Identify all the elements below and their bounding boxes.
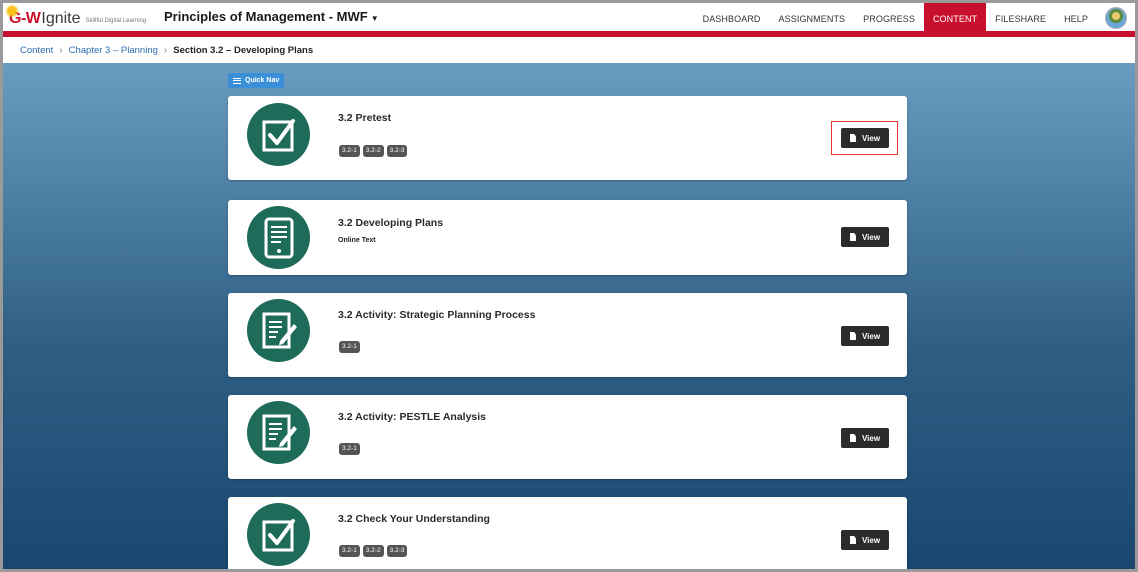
document-icon <box>849 536 856 544</box>
breadcrumb: Content › Chapter 3 – Planning › Section… <box>3 37 1135 63</box>
checkbox-icon <box>247 103 310 166</box>
nav-assignments[interactable]: ASSIGNMENTS <box>770 3 855 34</box>
tag: 3.2-3 <box>386 145 408 157</box>
tag: 3.2-2 <box>362 545 384 557</box>
content-card-check-understanding: 3.2 Check Your Understanding 3.2-1 3.2-2… <box>228 497 907 569</box>
content-card-pretest: 3.2 Pretest 3.2-1 3.2-2 3.2-3 View <box>228 96 907 180</box>
breadcrumb-chapter[interactable]: Chapter 3 – Planning <box>69 45 158 56</box>
nav-progress[interactable]: PROGRESS <box>854 3 924 34</box>
card-title[interactable]: 3.2 Activity: PESTLE Analysis <box>338 411 486 423</box>
course-selector[interactable]: Principles of Management - MWF ▼ <box>164 9 379 24</box>
tag: 3.2-1 <box>339 145 360 157</box>
chevron-right-icon: › <box>59 44 63 56</box>
content-card-strategic-planning: 3.2 Activity: Strategic Planning Process… <box>228 293 907 377</box>
tag: 3.2-1 <box>339 545 360 557</box>
document-icon <box>849 332 856 340</box>
view-button-label: View <box>861 535 881 545</box>
view-button-label: View <box>861 433 881 443</box>
gw-ignite-logo[interactable]: G-W Ignite Skillful Digital Learning <box>5 3 147 31</box>
view-button-label: View <box>861 232 881 242</box>
breadcrumb-current: Section 3.2 – Developing Plans <box>173 44 314 56</box>
breadcrumb-content[interactable]: Content <box>20 45 53 56</box>
tag-list: 3.2-1 <box>339 443 360 455</box>
top-header: G-W Ignite Skillful Digital Learning Pri… <box>3 3 1135 34</box>
content-card-developing-plans: 3.2 Developing Plans Online Text View <box>228 200 907 275</box>
app-frame: G-W Ignite Skillful Digital Learning Pri… <box>0 0 1138 572</box>
view-button[interactable]: View <box>841 530 889 550</box>
tag: 3.2-2 <box>362 145 384 157</box>
view-button[interactable]: View <box>841 227 889 247</box>
document-icon <box>849 233 856 241</box>
card-title[interactable]: 3.2 Pretest <box>338 112 391 124</box>
course-title: Principles of Management - MWF <box>164 9 368 24</box>
nav-fileshare[interactable]: FILESHARE <box>986 3 1055 34</box>
document-icon <box>849 434 856 442</box>
caret-down-icon: ▼ <box>370 14 379 23</box>
card-title[interactable]: 3.2 Developing Plans <box>338 217 443 229</box>
card-title[interactable]: 3.2 Activity: Strategic Planning Process <box>338 309 535 321</box>
tag-list: 3.2-1 3.2-2 3.2-3 <box>339 145 408 157</box>
highlight-box <box>831 121 898 155</box>
checkbox-icon <box>247 503 310 566</box>
tag: 3.2-1 <box>339 341 360 353</box>
nav-content[interactable]: CONTENT <box>923 3 987 34</box>
user-avatar[interactable] <box>1105 7 1127 29</box>
hamburger-icon <box>233 77 241 84</box>
tag-list: 3.2-1 3.2-2 3.2-3 <box>339 545 408 557</box>
tag-list: 3.2-1 <box>339 341 360 353</box>
quick-nav-button[interactable]: Quick Nav <box>228 73 285 88</box>
logo-word: Ignite <box>41 9 81 27</box>
content-card-pestle: 3.2 Activity: PESTLE Analysis 3.2-1 View <box>228 395 907 479</box>
tablet-icon <box>247 206 310 269</box>
view-button[interactable]: View <box>841 326 889 346</box>
document-pen-icon <box>247 299 310 362</box>
document-pen-icon <box>247 401 310 464</box>
quick-nav-label: Quick Nav <box>245 77 280 84</box>
nav-dashboard[interactable]: DASHBOARD <box>694 3 770 34</box>
card-title[interactable]: 3.2 Check Your Understanding <box>338 513 490 525</box>
view-button[interactable]: View <box>841 428 889 448</box>
card-subtitle: Online Text <box>338 237 376 244</box>
view-button-label: View <box>861 331 881 341</box>
tag: 3.2-1 <box>339 443 360 455</box>
main-nav: DASHBOARD ASSIGNMENTS PROGRESS CONTENT F… <box>694 3 1135 34</box>
nav-help[interactable]: HELP <box>1055 3 1097 34</box>
logo-tagline: Skillful Digital Learning <box>85 18 147 24</box>
content-area: Quick Nav 3.2 Pretest 3.2-1 3.2-2 3.2-3 … <box>3 63 1135 569</box>
chevron-right-icon: › <box>163 44 168 56</box>
tag: 3.2-3 <box>386 545 408 557</box>
sun-icon <box>5 3 19 18</box>
